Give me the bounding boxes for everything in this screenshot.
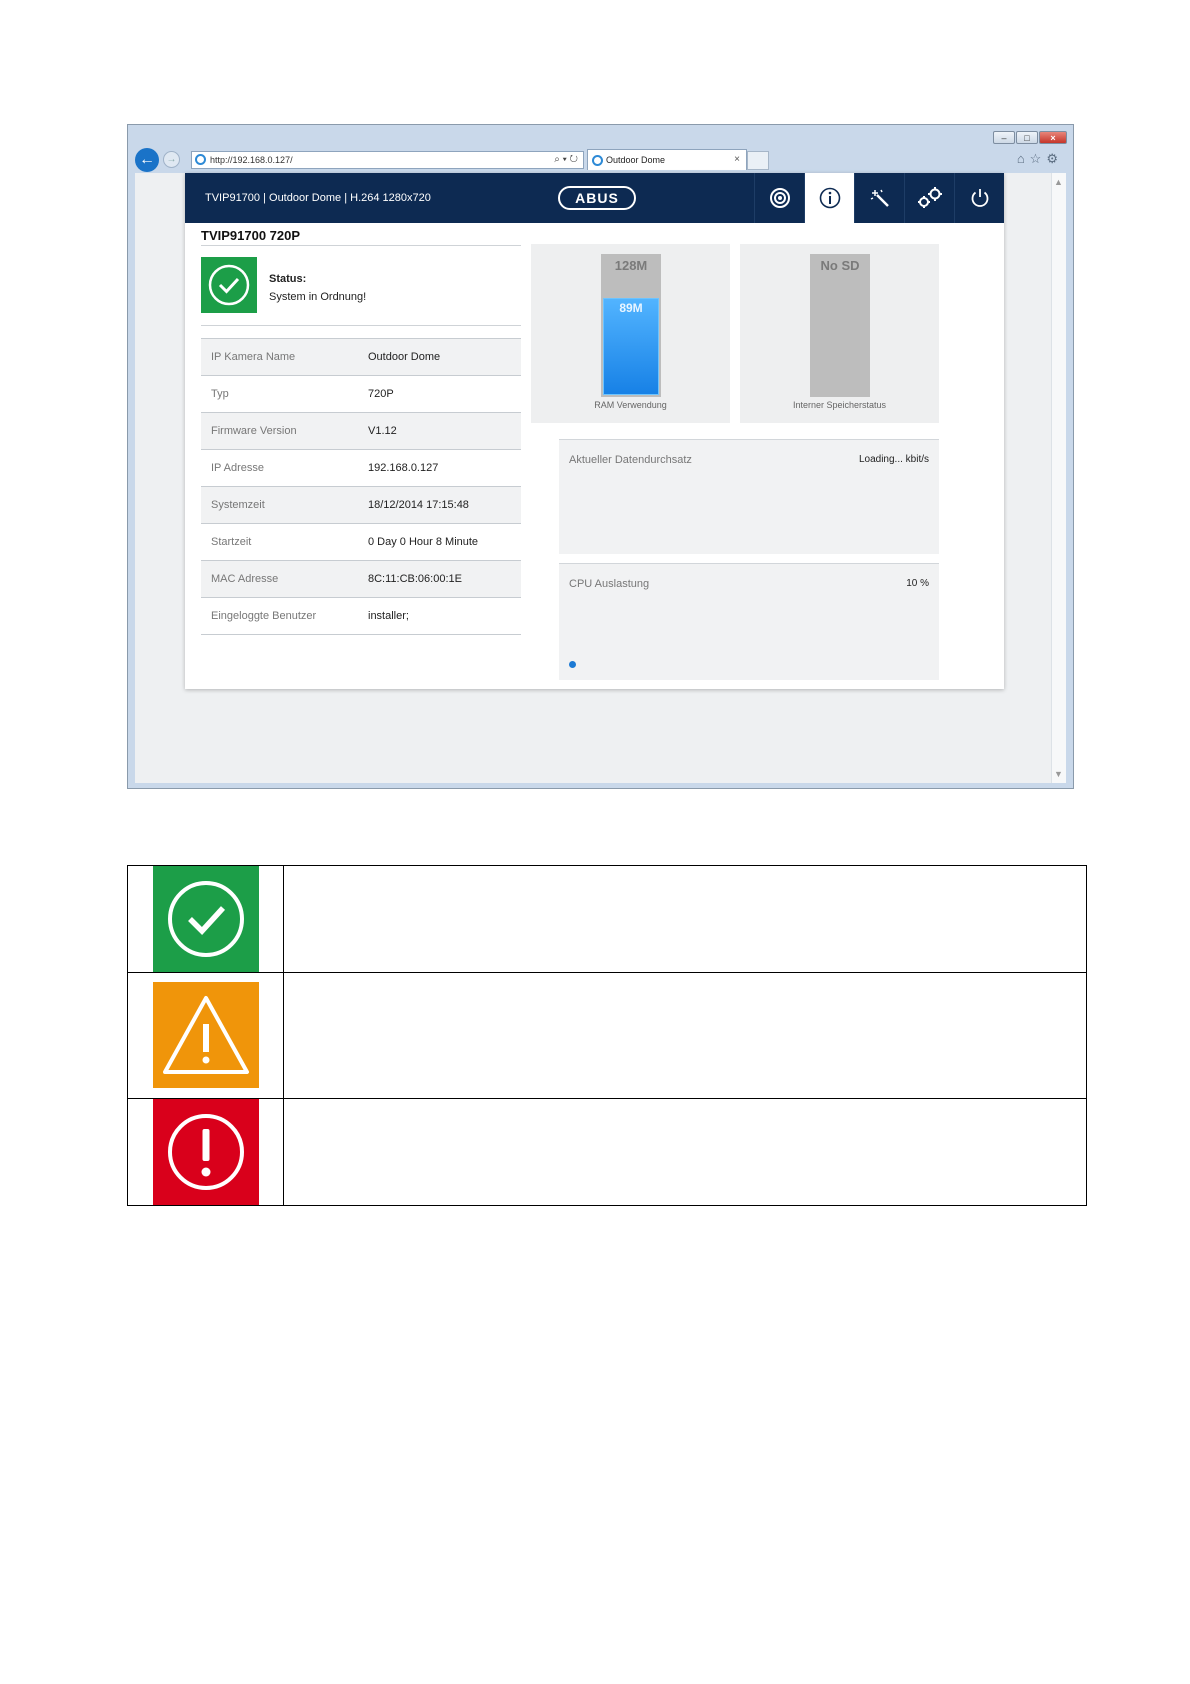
top-nav (754, 173, 1004, 223)
info-row: IP Kamera Name Outdoor Dome (201, 338, 521, 376)
legend-row (127, 865, 1087, 973)
divider (201, 325, 521, 326)
info-value: 8C:11:CB:06:00:1E (368, 560, 521, 598)
scroll-down-icon[interactable]: ▼ (1054, 769, 1063, 779)
legend-text-cell (283, 865, 1087, 973)
status-legend-table (127, 865, 1087, 1206)
browser-nav-row: ← → http://192.168.0.127/ ⌕ ▾ ↻ Outdoor … (128, 147, 1073, 173)
warning-triangle-icon (152, 982, 259, 1088)
legend-text-cell (283, 972, 1087, 1099)
info-value: 18/12/2014 17:15:48 (368, 486, 521, 524)
info-value: V1.12 (368, 412, 521, 450)
minimize-button[interactable]: – (993, 131, 1015, 144)
home-favorites-tools-icons[interactable]: ⌂☆⚙ (1017, 151, 1063, 167)
abus-logo: ABUS (558, 186, 636, 210)
close-window-button[interactable]: × (1039, 131, 1067, 144)
legend-icon-cell (127, 865, 284, 973)
info-row: MAC Adresse 8C:11:CB:06:00:1E (201, 560, 521, 598)
info-value: installer; (368, 597, 521, 635)
legend-icon-cell (127, 972, 284, 1099)
tab-title: Outdoor Dome (606, 155, 666, 165)
info-row: Typ 720P (201, 375, 521, 413)
cpu-value: 10 % (906, 578, 929, 589)
search-refresh-icons[interactable]: ⌕ ▾ ↻ (554, 152, 578, 168)
url-text: http://192.168.0.127/ (210, 155, 293, 165)
throughput-panel: Aktueller Datendurchsatz Loading... kbit… (559, 439, 939, 554)
power-icon[interactable] (954, 173, 1004, 223)
settings-icon[interactable] (904, 173, 954, 223)
scroll-up-icon[interactable]: ▲ (1054, 177, 1063, 187)
browser-tab[interactable]: Outdoor Dome × (587, 149, 747, 170)
check-circle-icon (152, 866, 259, 972)
legend-row (127, 972, 1087, 1099)
app-header: TVIP91700 | Outdoor Dome | H.264 1280x72… (185, 173, 1004, 223)
info-row: IP Adresse 192.168.0.127 (201, 449, 521, 487)
status-label: Status: (269, 273, 307, 285)
error-circle-icon (152, 1099, 259, 1205)
info-row: Eingeloggte Benutzer installer; (201, 597, 521, 635)
info-label: IP Kamera Name (201, 338, 368, 376)
ram-used: 89M (619, 301, 643, 315)
wizard-icon[interactable] (854, 173, 904, 223)
title-bar: – □ × (128, 125, 1073, 144)
info-row: Startzeit 0 Day 0 Hour 8 Minute (201, 523, 521, 561)
ram-panel: 128M 89M RAM Verwendung (531, 244, 730, 423)
live-view-icon[interactable] (754, 173, 804, 223)
window-controls: – □ × (993, 131, 1067, 144)
info-label: IP Adresse (201, 449, 368, 487)
status-ok-box (201, 257, 257, 313)
forward-button[interactable]: → (163, 151, 180, 168)
maximize-button[interactable]: □ (1016, 131, 1038, 144)
status-text: System in Ordnung! (269, 291, 367, 303)
info-label: Eingeloggte Benutzer (201, 597, 368, 635)
ie-icon (592, 155, 603, 166)
sd-caption: Interner Speicherstatus (792, 400, 887, 410)
scrollbar[interactable]: ▲ ▼ (1051, 173, 1066, 783)
page-title: TVIP91700 720P (201, 228, 301, 243)
divider (201, 245, 521, 246)
ie-icon (195, 154, 206, 165)
info-value: 720P (368, 375, 521, 413)
info-value: 0 Day 0 Hour 8 Minute (368, 523, 521, 561)
ram-caption: RAM Verwendung (594, 400, 667, 410)
sd-bar: No SD (810, 254, 870, 397)
throughput-label: Aktueller Datendurchsatz (569, 454, 692, 466)
browser-window: – □ × ← → http://192.168.0.127/ ⌕ ▾ ↻ Ou… (127, 124, 1074, 789)
back-button[interactable]: ← (135, 148, 159, 172)
info-row: Systemzeit 18/12/2014 17:15:48 (201, 486, 521, 524)
info-label: Systemzeit (201, 486, 368, 524)
address-bar[interactable]: http://192.168.0.127/ ⌕ ▾ ↻ (191, 151, 584, 169)
browser-viewport: ▲ ▼ TVIP91700 | Outdoor Dome | H.264 128… (135, 173, 1066, 783)
info-label: MAC Adresse (201, 560, 368, 598)
ram-bar: 128M 89M (601, 254, 661, 397)
info-label: Startzeit (201, 523, 368, 561)
ram-total: 128M (614, 258, 648, 273)
info-value: 192.168.0.127 (368, 449, 521, 487)
info-icon[interactable] (804, 173, 854, 223)
info-label: Typ (201, 375, 368, 413)
sd-panel: No SD Interner Speicherstatus (740, 244, 939, 423)
camera-web-app: TVIP91700 | Outdoor Dome | H.264 1280x72… (185, 173, 1004, 689)
tab-close-icon[interactable]: × (734, 150, 740, 170)
info-label: Firmware Version (201, 412, 368, 450)
legend-row (127, 1098, 1087, 1206)
legend-icon-cell (127, 1098, 284, 1206)
info-row: Firmware Version V1.12 (201, 412, 521, 450)
cpu-panel: CPU Auslastung 10 % (559, 563, 939, 680)
header-title: TVIP91700 | Outdoor Dome | H.264 1280x72… (205, 192, 431, 204)
sd-status: No SD (820, 258, 860, 273)
check-circle-icon (208, 264, 250, 306)
camera-info-table: IP Kamera Name Outdoor Dome Typ 720P Firmwar… (201, 338, 521, 635)
cpu-graph-dot (569, 661, 576, 668)
ram-used-fill: 89M (603, 298, 659, 395)
new-tab-button[interactable] (747, 151, 769, 170)
cpu-label: CPU Auslastung (569, 578, 650, 590)
legend-text-cell (283, 1098, 1087, 1206)
info-value: Outdoor Dome (368, 338, 521, 376)
throughput-value: Loading... kbit/s (858, 454, 929, 465)
